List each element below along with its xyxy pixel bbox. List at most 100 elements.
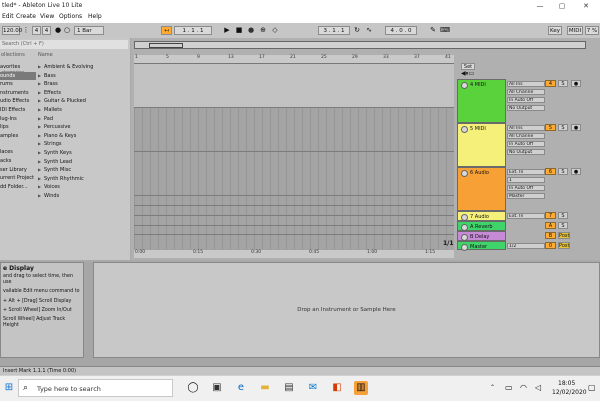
track-monitor-switch[interactable]: In Auto Off bbox=[507, 185, 545, 191]
track-fold-icon[interactable] bbox=[461, 234, 468, 241]
record-icon[interactable]: ● bbox=[246, 26, 256, 35]
follow-icon[interactable]: ○ bbox=[63, 26, 71, 35]
browser-item[interactable]: ▶ Bass bbox=[38, 72, 128, 81]
track-solo-button[interactable]: S bbox=[558, 212, 568, 219]
track-solo-button[interactable]: Post bbox=[558, 232, 570, 239]
track-header[interactable]: B Delay bbox=[457, 231, 506, 241]
arm-record-icon[interactable]: ● bbox=[571, 80, 581, 87]
overdub-icon[interactable]: ⊕ bbox=[258, 26, 268, 35]
browser-item[interactable]: ▶ Pad bbox=[38, 115, 128, 124]
clock-date[interactable]: 12/02/2020 bbox=[552, 389, 587, 396]
browser-item[interactable]: ▶ Brass bbox=[38, 80, 128, 89]
track-activator[interactable]: 6 bbox=[545, 168, 556, 175]
time-sig-numerator[interactable]: 4 bbox=[32, 26, 41, 35]
track-monitor-switch[interactable]: In Auto Off bbox=[507, 97, 545, 103]
track-name[interactable]: 4 MIDI bbox=[470, 82, 486, 88]
restore-icon[interactable]: ▢ bbox=[552, 1, 572, 11]
track-channel-select[interactable]: All Channe bbox=[507, 133, 545, 139]
track-monitor-switch[interactable]: In Auto Off bbox=[507, 141, 545, 147]
track-output-select[interactable]: Master bbox=[507, 193, 545, 199]
browser-item[interactable]: ▶ Piano & Keys bbox=[38, 132, 128, 141]
menu-help[interactable]: Help bbox=[88, 13, 102, 20]
track-fold-icon[interactable] bbox=[461, 244, 468, 251]
browser-item[interactable]: ▶ Percussive bbox=[38, 123, 128, 132]
browser-item[interactable]: ▶ Strings bbox=[38, 140, 128, 149]
track-solo-button[interactable]: Post bbox=[558, 242, 570, 249]
track-output-select[interactable]: 1/2 bbox=[507, 243, 545, 249]
track-name[interactable]: 7 Audio bbox=[470, 214, 489, 220]
automation-arm-icon[interactable]: ◇ bbox=[270, 26, 280, 35]
browser-item[interactable]: ▶ Ambient & Evolving bbox=[38, 63, 128, 72]
track-solo-button[interactable]: S bbox=[558, 80, 568, 87]
track-header[interactable]: A Reverb bbox=[457, 221, 506, 231]
task-view-icon[interactable]: ◯ bbox=[186, 381, 200, 395]
wifi-icon[interactable]: ◠ bbox=[520, 383, 527, 392]
track-input-select[interactable]: All Ins bbox=[507, 125, 545, 131]
menu-create[interactable]: Create bbox=[16, 13, 36, 20]
track-channel-select[interactable]: 1 bbox=[507, 177, 545, 183]
loop-length-field[interactable]: 4 . 0 . 0 bbox=[385, 26, 417, 35]
browser-search-input[interactable]: Search (Ctrl + F) bbox=[0, 40, 128, 49]
track-name[interactable]: B Delay bbox=[470, 234, 489, 240]
track-header[interactable]: 4 MIDI bbox=[457, 79, 506, 123]
arm-record-icon[interactable]: ● bbox=[571, 168, 581, 175]
draw-mode-icon[interactable]: ✎ bbox=[428, 26, 438, 35]
browser-item[interactable]: ▶ Winds bbox=[38, 192, 128, 201]
tray-chevron-icon[interactable]: ⌃ bbox=[490, 384, 495, 391]
track-input-select[interactable]: All Ins bbox=[507, 81, 545, 87]
track-input-select[interactable]: Ext. In bbox=[507, 213, 545, 219]
track-fold-icon[interactable] bbox=[461, 224, 468, 231]
track-header[interactable]: Master bbox=[457, 241, 506, 251]
loop-icon[interactable]: ↻ bbox=[352, 26, 362, 35]
track-fold-icon[interactable] bbox=[461, 126, 468, 133]
track-solo-button[interactable]: S bbox=[558, 222, 568, 229]
mail-icon[interactable]: ✉ bbox=[306, 381, 320, 395]
track-channel-select[interactable]: All Channe bbox=[507, 89, 545, 95]
clock-time[interactable]: 18:05 bbox=[558, 380, 575, 387]
ableton-taskbar-icon[interactable]: ▥ bbox=[354, 381, 368, 395]
track-output-select[interactable]: No Output bbox=[507, 149, 545, 155]
track-name[interactable]: 6 Audio bbox=[470, 170, 489, 176]
track-header[interactable]: 5 MIDI bbox=[457, 123, 506, 167]
start-icon[interactable]: ⊞ bbox=[2, 381, 16, 395]
computer-keyboard-icon[interactable]: ⌨ bbox=[440, 26, 450, 35]
arm-record-icon[interactable]: ● bbox=[571, 124, 581, 131]
track-header[interactable]: 6 Audio bbox=[457, 167, 506, 211]
loop-start-field[interactable]: 3 . 1 . 1 bbox=[318, 26, 350, 35]
browser-item[interactable]: ▶ Synth Lead bbox=[38, 158, 128, 167]
track-name[interactable]: 5 MIDI bbox=[470, 126, 486, 132]
store-icon[interactable]: ▤ bbox=[282, 381, 296, 395]
track-header[interactable]: 7 Audio bbox=[457, 211, 506, 221]
midi-map-button[interactable]: MIDI bbox=[567, 26, 583, 35]
time-sig-denominator[interactable]: 4 bbox=[42, 26, 51, 35]
browser-item[interactable]: ▶ Synth Rhythmic bbox=[38, 175, 128, 184]
track-activator[interactable]: 0 bbox=[545, 242, 556, 249]
office-icon[interactable]: ◧ bbox=[330, 381, 344, 395]
track-activator[interactable]: 4 bbox=[545, 80, 556, 87]
browser-item[interactable]: ▶ Synth Misc bbox=[38, 166, 128, 175]
track-name[interactable]: Master bbox=[470, 244, 487, 250]
track-activator[interactable]: 7 bbox=[545, 212, 556, 219]
task-view-icon-2[interactable]: ▣ bbox=[210, 381, 224, 395]
volume-icon[interactable]: ◁ bbox=[535, 383, 541, 392]
tap-icon[interactable]: ⋮ bbox=[22, 26, 30, 35]
song-position-field[interactable]: 1 . 1 . 1 bbox=[174, 26, 212, 35]
close-icon[interactable]: ✕ bbox=[576, 1, 596, 11]
menu-view[interactable]: View bbox=[40, 13, 54, 20]
track-fold-icon[interactable] bbox=[461, 214, 468, 221]
key-map-button[interactable]: Key bbox=[548, 26, 562, 35]
browser-item[interactable]: ▶ Mallets bbox=[38, 106, 128, 115]
track-fold-icon[interactable] bbox=[461, 170, 468, 177]
track-activator[interactable]: B bbox=[545, 232, 556, 239]
menu-options[interactable]: Options bbox=[59, 13, 82, 20]
track-output-select[interactable]: No Output bbox=[507, 105, 545, 111]
track-activator[interactable]: 5 bbox=[545, 124, 556, 131]
browser-item[interactable]: ▶ Synth Keys bbox=[38, 149, 128, 158]
track-solo-button[interactable]: S bbox=[558, 124, 568, 131]
punch-in-icon[interactable]: ∿ bbox=[364, 26, 374, 35]
metronome-icon[interactable]: ● bbox=[54, 26, 62, 35]
network-icon[interactable]: ▭ bbox=[505, 383, 513, 392]
play-icon[interactable]: ▶ bbox=[222, 26, 232, 35]
track-fold-icon[interactable] bbox=[461, 82, 468, 89]
track-activator[interactable]: A bbox=[545, 222, 556, 229]
